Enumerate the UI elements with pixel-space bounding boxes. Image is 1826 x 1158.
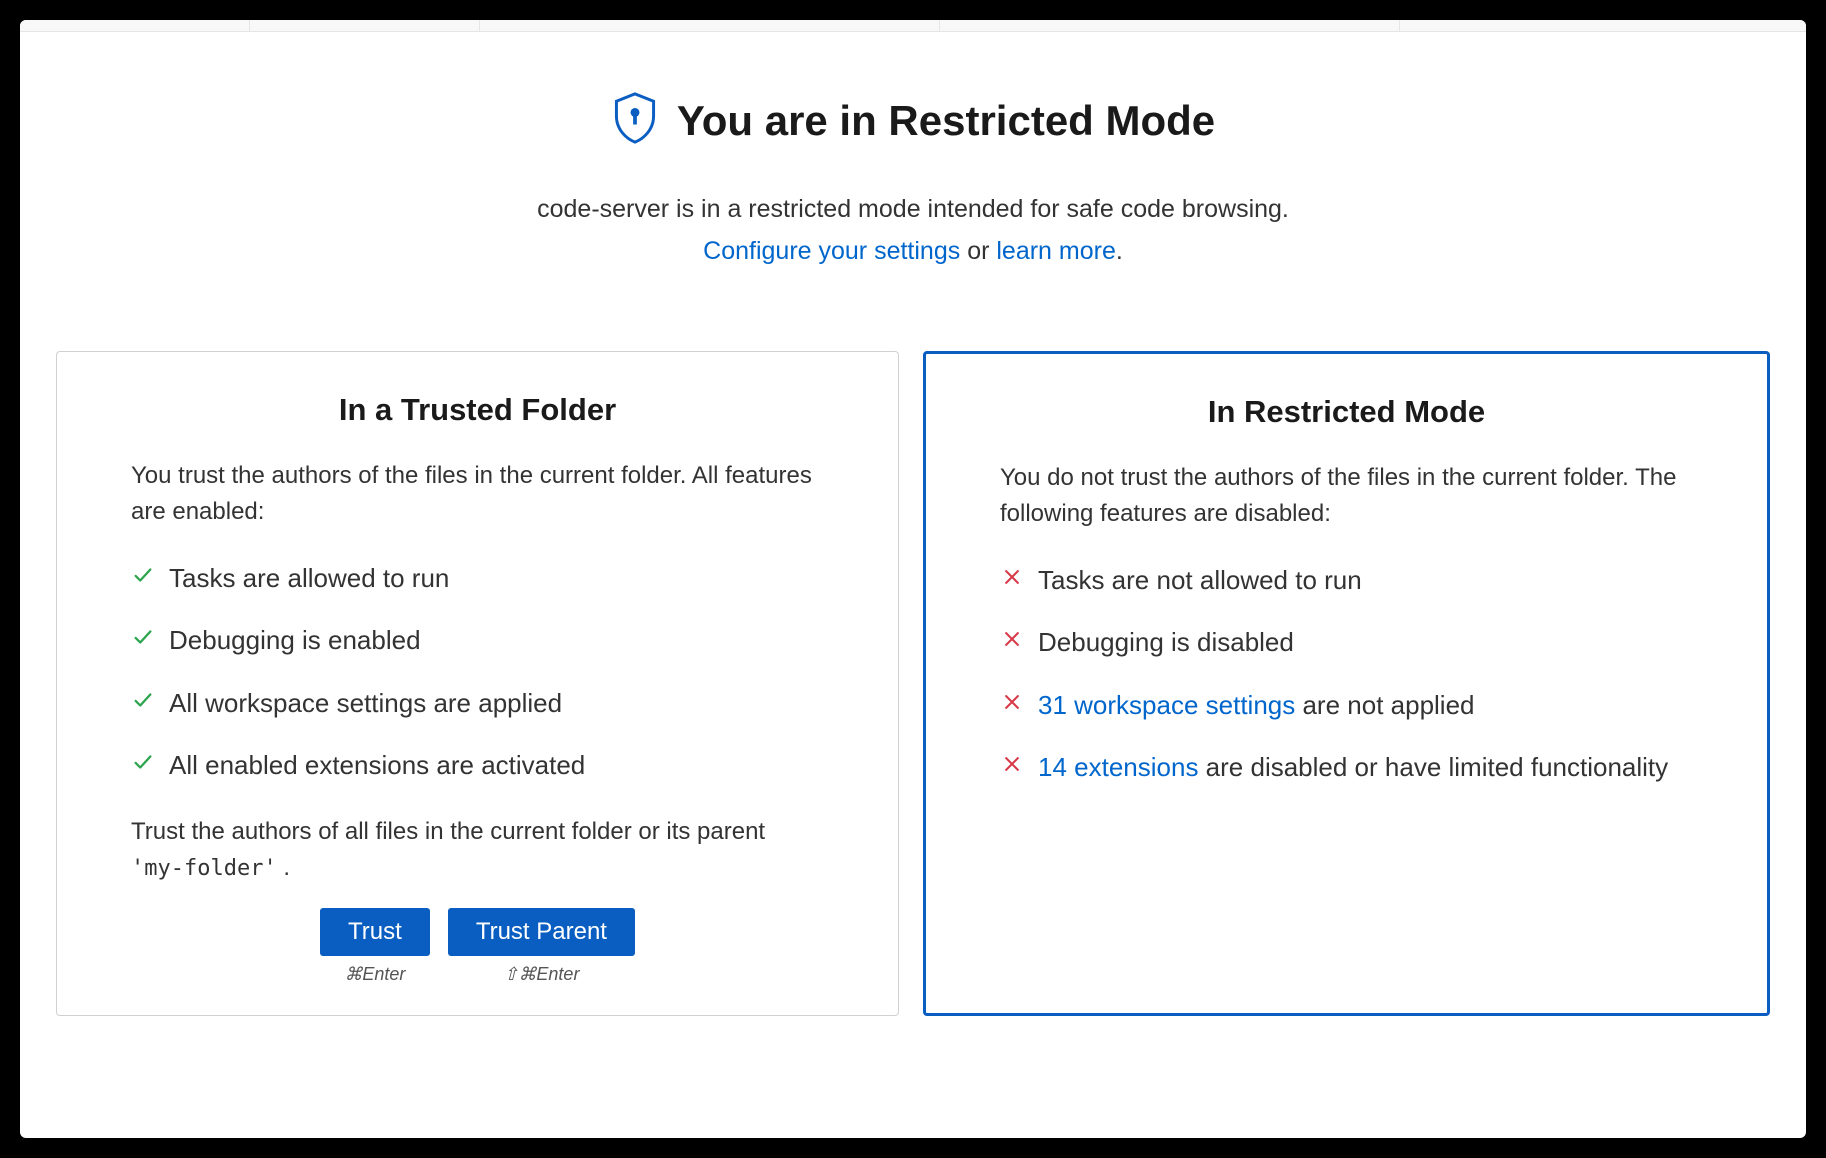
feature-text: Tasks are not allowed to run xyxy=(1038,562,1693,598)
restricted-panel-title: In Restricted Mode xyxy=(956,394,1737,430)
x-icon xyxy=(1000,687,1024,717)
learn-more-link[interactable]: learn more xyxy=(996,237,1116,265)
tab-placeholder[interactable] xyxy=(250,20,480,31)
check-icon xyxy=(131,747,155,777)
feature-item: All enabled extensions are activated xyxy=(131,747,824,783)
trust-parent-button-group: Trust Parent ⇧⌘Enter xyxy=(448,908,635,985)
restricted-panel-description: You do not trust the authors of the file… xyxy=(956,460,1737,532)
tab-placeholder[interactable] xyxy=(480,20,940,31)
extensions-link[interactable]: 14 extensions xyxy=(1038,752,1198,782)
subtitle-text: code-server is in a restricted mode inte… xyxy=(50,189,1776,229)
trusted-panel-description: You trust the authors of the files in th… xyxy=(87,458,868,530)
or-text: or xyxy=(960,237,996,265)
trust-button-row: Trust ⌘Enter Trust Parent ⇧⌘Enter xyxy=(87,908,868,985)
trusted-folder-panel: In a Trusted Folder You trust the author… xyxy=(56,351,899,1016)
feature-item: 31 workspace settings are not applied xyxy=(1000,687,1693,723)
feature-item: Debugging is disabled xyxy=(1000,624,1693,660)
subtitle-block: code-server is in a restricted mode inte… xyxy=(50,189,1776,271)
feature-item: Tasks are not allowed to run xyxy=(1000,562,1693,598)
header-section: You are in Restricted Mode code-server i… xyxy=(50,92,1776,271)
tab-placeholder[interactable] xyxy=(940,20,1400,31)
feature-item: Debugging is enabled xyxy=(131,622,824,658)
feature-text-after: are not applied xyxy=(1295,690,1474,720)
feature-text: All workspace settings are applied xyxy=(169,685,824,721)
feature-text: All enabled extensions are activated xyxy=(169,747,824,783)
trust-parent-button[interactable]: Trust Parent xyxy=(448,908,635,956)
title-row: You are in Restricted Mode xyxy=(50,92,1776,149)
page-title: You are in Restricted Mode xyxy=(677,97,1215,145)
x-icon xyxy=(1000,562,1024,592)
feature-item: Tasks are allowed to run xyxy=(131,560,824,596)
feature-text: 31 workspace settings are not applied xyxy=(1038,687,1693,723)
feature-text: Tasks are allowed to run xyxy=(169,560,824,596)
trusted-panel-title: In a Trusted Folder xyxy=(87,392,868,428)
workspace-settings-link[interactable]: 31 workspace settings xyxy=(1038,690,1295,720)
feature-text: Debugging is disabled xyxy=(1038,624,1693,660)
feature-item: 14 extensions are disabled or have limit… xyxy=(1000,749,1693,785)
configure-settings-link[interactable]: Configure your settings xyxy=(703,237,960,265)
restricted-feature-list: Tasks are not allowed to run Debugging i… xyxy=(956,562,1737,786)
feature-text: 14 extensions are disabled or have limit… xyxy=(1038,749,1693,785)
trust-button[interactable]: Trust xyxy=(320,908,430,956)
feature-item: All workspace settings are applied xyxy=(131,685,824,721)
check-icon xyxy=(131,622,155,652)
x-icon xyxy=(1000,624,1024,654)
feature-text-after: are disabled or have limited functionali… xyxy=(1198,752,1668,782)
period: . xyxy=(1116,237,1123,265)
feature-text: Debugging is enabled xyxy=(169,622,824,658)
trust-prompt-post: . xyxy=(277,854,290,881)
editor-tabs-bar xyxy=(20,20,1806,32)
shield-icon xyxy=(611,92,659,149)
trust-prompt: Trust the authors of all files in the cu… xyxy=(87,814,868,886)
trust-button-group: Trust ⌘Enter xyxy=(320,908,430,985)
trusted-feature-list: Tasks are allowed to run Debugging is en… xyxy=(87,560,868,784)
folder-name: 'my-folder' xyxy=(131,856,277,881)
check-icon xyxy=(131,685,155,715)
trust-parent-keybind: ⇧⌘Enter xyxy=(503,964,579,985)
check-icon xyxy=(131,560,155,590)
tab-placeholder[interactable] xyxy=(20,20,250,31)
content-area: You are in Restricted Mode code-server i… xyxy=(20,32,1806,1046)
subtitle-links: Configure your settings or learn more. xyxy=(50,231,1776,271)
trust-keybind: ⌘Enter xyxy=(344,964,405,985)
panels-row: In a Trusted Folder You trust the author… xyxy=(50,351,1776,1016)
x-icon xyxy=(1000,749,1024,779)
restricted-mode-panel: In Restricted Mode You do not trust the … xyxy=(923,351,1770,1016)
trust-prompt-pre: Trust the authors of all files in the cu… xyxy=(131,818,765,845)
workspace-trust-editor: You are in Restricted Mode code-server i… xyxy=(20,20,1806,1138)
